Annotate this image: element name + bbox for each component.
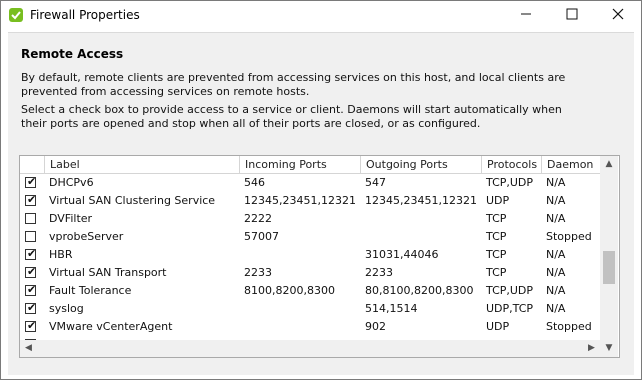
vmware-logo-icon (8, 7, 24, 23)
cell-incoming-ports (239, 318, 360, 336)
cell-protocols: TCP (486, 248, 507, 261)
cell-daemon: N/A (546, 176, 566, 189)
cell-label: HBR (49, 248, 73, 261)
cell-daemon: N/A (546, 302, 566, 315)
checkmark-icon: ✔ (27, 265, 37, 278)
cell-outgoing-ports (360, 210, 481, 228)
cell-incoming-ports: 12345,23451,12321 (244, 194, 356, 207)
vertical-scrollbar[interactable]: ▲ ▼ (600, 156, 618, 357)
scroll-left-icon[interactable]: ◀ (20, 340, 37, 357)
table-header: Label Incoming Ports Outgoing Ports Prot… (20, 156, 600, 174)
firewall-properties-window: Firewall Properties Remote Access By def… (0, 0, 642, 380)
cell-outgoing-ports (360, 228, 481, 246)
cell-incoming-ports: 57007 (244, 230, 279, 243)
cell-incoming-ports (239, 246, 360, 264)
scrollbar-thumb[interactable] (603, 251, 615, 284)
cell-outgoing-ports: 514,1514 (365, 302, 418, 315)
cell-outgoing-ports: 2233 (365, 266, 393, 279)
table-row[interactable]: ✔ HBR 31031,44046 TCP N/A (20, 246, 600, 264)
cell-protocols: TCP,UDP (486, 284, 534, 297)
cell-label: VMware vCenterAgent (49, 320, 173, 333)
table-row[interactable]: ✔ Fault Tolerance 8100,8200,8300 80,8100,82… (20, 282, 600, 300)
cell-outgoing-ports: 31031,44046 (365, 248, 439, 261)
table-row[interactable]: ✔ Virtual SAN Transport 2233 2233 TCP N/A (20, 264, 600, 282)
cell-incoming-ports: 2222 (244, 212, 272, 225)
section-title: Remote Access (21, 47, 124, 61)
description-paragraph-1: By default, remote clients are prevented… (21, 71, 566, 98)
scroll-down-icon[interactable]: ▼ (600, 340, 618, 357)
row-checkbox[interactable]: ✔ (25, 247, 37, 260)
cell-incoming-ports: 8100,8200,8300 (244, 284, 335, 297)
title-bar: Firewall Properties (1, 1, 641, 31)
checkmark-icon: ✔ (27, 283, 37, 296)
cell-daemon: N/A (546, 194, 566, 207)
row-checkbox[interactable]: ✔ (25, 175, 37, 188)
row-checkbox[interactable]: ✔ (25, 301, 37, 314)
row-checkbox[interactable]: ✔ (25, 283, 37, 296)
cell-protocols: UDP,TCP (486, 302, 534, 315)
cell-daemon: N/A (546, 284, 566, 297)
cell-protocols: TCP (486, 212, 507, 225)
checkmark-icon: ✔ (27, 175, 37, 188)
table-row[interactable]: vprobeServer 57007 TCP Stopped (20, 228, 600, 246)
table-row[interactable]: ✔ DHCPv6 546 547 TCP,UDP N/A (20, 174, 600, 192)
cell-label: Virtual SAN Transport (49, 266, 167, 279)
table-row[interactable]: ✔ syslog 514,1514 UDP,TCP N/A (20, 300, 600, 318)
maximize-button[interactable] (549, 1, 595, 31)
table-row[interactable]: DVFilter 2222 TCP N/A (20, 210, 600, 228)
row-checkbox[interactable]: ✔ (25, 319, 37, 332)
cell-daemon: Stopped (546, 230, 592, 243)
cell-incoming-ports: 546 (244, 176, 265, 189)
close-button[interactable] (595, 1, 641, 31)
header-outgoing-ports[interactable]: Outgoing Ports (360, 156, 481, 173)
header-checkbox-column[interactable] (20, 156, 44, 173)
cell-daemon: Stopped (546, 320, 592, 333)
row-checkbox[interactable] (25, 213, 36, 224)
checkmark-icon: ✔ (27, 193, 37, 206)
maximize-icon (566, 8, 578, 24)
dialog-content: Remote Access By default, remote clients… (8, 32, 634, 375)
table-row[interactable]: ✔ Virtual SAN Clustering Service 12345,234… (20, 192, 600, 210)
cell-incoming-ports (239, 300, 360, 318)
cell-daemon: N/A (546, 212, 566, 225)
table-row[interactable]: ✔ VMware vCenterAgent 902 UDP Stopped (20, 318, 600, 336)
cell-label: Virtual SAN Clustering Service (49, 194, 216, 207)
cell-outgoing-ports: 12345,23451,12321 (365, 194, 477, 207)
cell-label: Fault Tolerance (49, 284, 132, 297)
header-label[interactable]: Label (44, 156, 239, 173)
cell-label: syslog (49, 302, 84, 315)
row-checkbox[interactable]: ✔ (25, 265, 37, 278)
scroll-right-icon[interactable]: ▶ (583, 340, 600, 357)
checkmark-icon: ✔ (27, 319, 37, 332)
cell-protocols: TCP (486, 230, 507, 243)
window-title: Firewall Properties (30, 8, 140, 22)
cell-protocols: UDP (486, 194, 510, 207)
minimize-icon (520, 8, 532, 24)
header-protocols[interactable]: Protocols (481, 156, 541, 173)
cell-incoming-ports: 2233 (244, 266, 272, 279)
cell-protocols: UDP (486, 320, 510, 333)
header-daemon[interactable]: Daemon (541, 156, 600, 173)
cell-outgoing-ports: 547 (365, 176, 386, 189)
scroll-up-icon[interactable]: ▲ (600, 156, 618, 173)
cell-daemon: N/A (546, 248, 566, 261)
close-icon (612, 8, 624, 24)
minimize-button[interactable] (503, 1, 549, 31)
cell-label: DVFilter (49, 212, 93, 225)
header-incoming-ports[interactable]: Incoming Ports (239, 156, 360, 173)
row-checkbox[interactable]: ✔ (25, 193, 37, 206)
cell-protocols: TCP,UDP (486, 176, 534, 189)
cell-daemon: N/A (546, 266, 566, 279)
services-table: Label Incoming Ports Outgoing Ports Prot… (19, 155, 620, 358)
row-checkbox[interactable] (25, 231, 36, 242)
cell-outgoing-ports: 80,8100,8200,8300 (365, 284, 474, 297)
cell-label: DHCPv6 (49, 176, 94, 189)
horizontal-scrollbar[interactable]: ◀ ▶ (20, 340, 600, 357)
checkmark-icon: ✔ (27, 247, 37, 260)
cell-outgoing-ports: 902 (365, 320, 386, 333)
cell-label: vprobeServer (49, 230, 124, 243)
description-paragraph-2: Select a check box to provide access to … (21, 103, 562, 130)
cell-protocols: TCP (486, 266, 507, 279)
checkmark-icon: ✔ (27, 301, 37, 314)
